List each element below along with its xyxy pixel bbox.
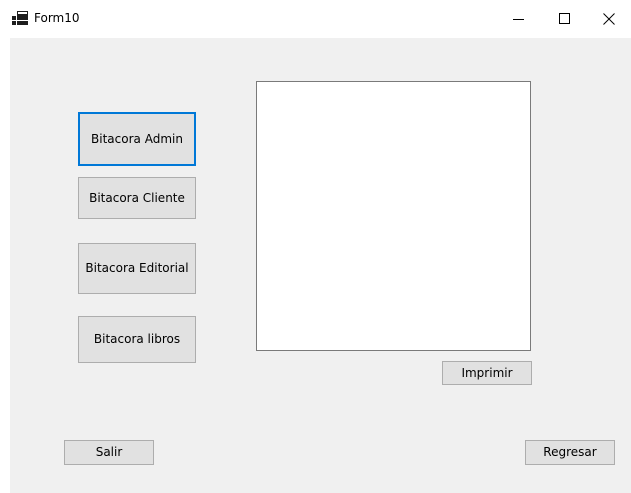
minimize-icon — [513, 19, 524, 20]
maximize-icon — [559, 13, 570, 24]
form10-window: Form10 Bitacora Admin Bitacora Cliente B… — [0, 0, 631, 493]
regresar-button[interactable]: Regresar — [525, 440, 615, 465]
minimize-button[interactable] — [497, 0, 541, 38]
app-form-icon — [12, 11, 28, 25]
imprimir-button[interactable]: Imprimir — [442, 361, 532, 385]
salir-button[interactable]: Salir — [64, 440, 154, 465]
form-client-area: Bitacora Admin Bitacora Cliente Bitacora… — [10, 38, 631, 493]
bitacora-admin-button[interactable]: Bitacora Admin — [78, 112, 196, 166]
bitacora-libros-button[interactable]: Bitacora libros — [78, 316, 196, 363]
title-bar[interactable]: Form10 — [0, 0, 631, 38]
window-title: Form10 — [34, 11, 80, 25]
maximize-button[interactable] — [543, 0, 587, 38]
close-button[interactable] — [587, 0, 631, 38]
bitacora-cliente-button[interactable]: Bitacora Cliente — [78, 177, 196, 219]
log-text-area[interactable] — [256, 81, 531, 351]
bitacora-editorial-button[interactable]: Bitacora Editorial — [78, 243, 196, 294]
close-icon — [603, 13, 615, 25]
